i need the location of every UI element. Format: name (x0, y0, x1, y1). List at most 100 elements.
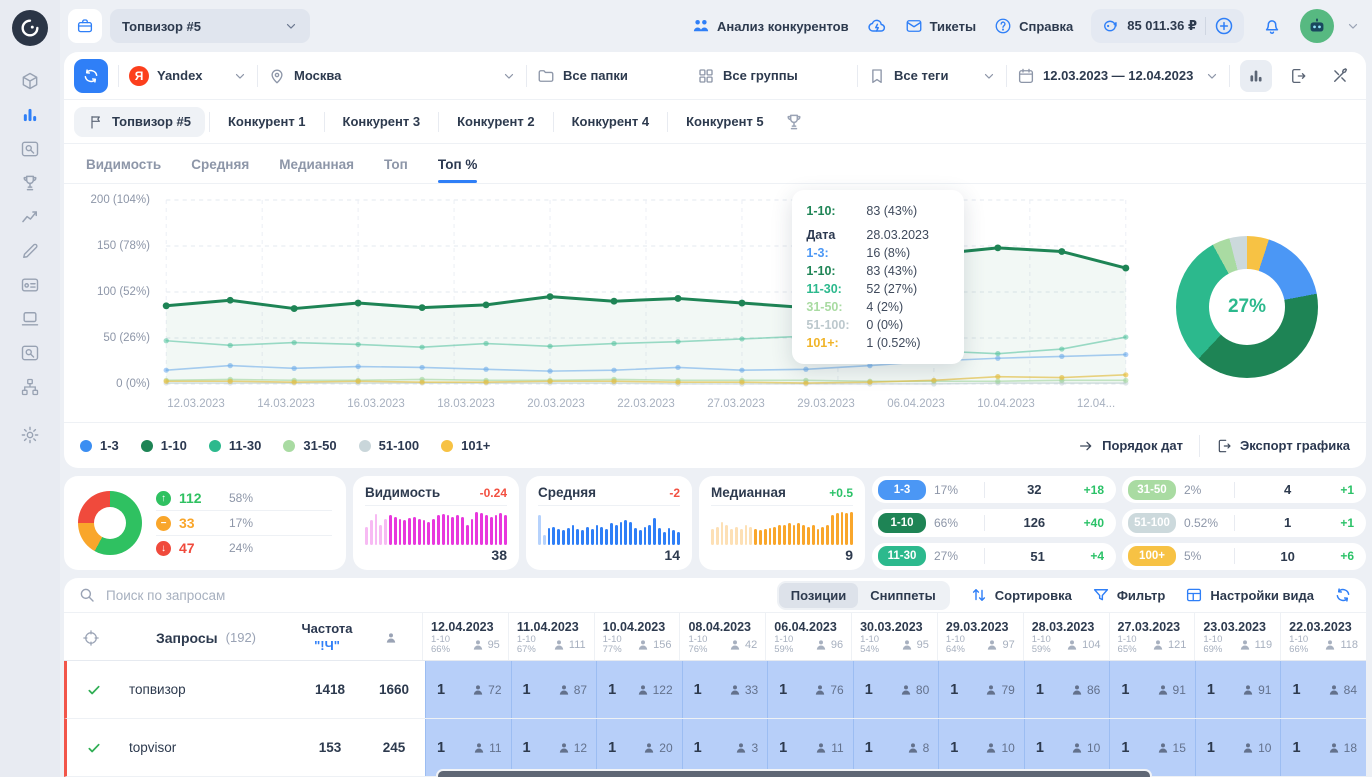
position-cell[interactable]: 118 (1280, 719, 1366, 776)
top-distribution-donut[interactable]: 27% (1176, 236, 1318, 378)
sidebar-item-positions[interactable] (12, 98, 48, 132)
horizontal-scrollbar[interactable] (436, 769, 1152, 777)
visitors-column-header[interactable] (360, 613, 422, 660)
project-tab[interactable]: Конкурент 3 (329, 107, 435, 136)
metric-tab[interactable]: Топ (384, 157, 408, 183)
position-pill[interactable]: 11-3027%51+4 (872, 543, 1116, 570)
date-column-header[interactable]: 30.03.20231-1054%95 (851, 613, 937, 660)
reload-table-button[interactable] (1334, 586, 1352, 604)
row-check[interactable] (67, 719, 121, 776)
export-button[interactable] (1282, 60, 1314, 92)
queries-column-header[interactable]: Запросы(192) (118, 613, 294, 660)
project-selector[interactable]: Топвизор #5 (110, 9, 310, 43)
date-column-header[interactable]: 22.03.20231-1066%118 (1280, 613, 1366, 660)
date-column-header[interactable]: 23.03.20231-1069%119 (1194, 613, 1280, 660)
legend-item[interactable]: 31-50 (283, 438, 336, 453)
position-cell[interactable]: 176 (767, 661, 853, 718)
project-briefcase-button[interactable] (68, 9, 102, 43)
view-settings-button[interactable]: Настройки вида (1185, 586, 1314, 604)
legend-item[interactable]: 1-3 (80, 438, 119, 453)
position-cell[interactable]: 120 (596, 719, 682, 776)
date-column-header[interactable]: 29.03.20231-1064%97 (937, 613, 1023, 660)
position-cell[interactable]: 186 (1024, 661, 1110, 718)
filter-button[interactable]: Фильтр (1092, 586, 1166, 604)
position-pill[interactable]: 100+5%10+6 (1122, 543, 1366, 570)
tools-button[interactable] (1324, 60, 1356, 92)
position-cell[interactable]: 111 (425, 719, 511, 776)
position-cell[interactable]: 180 (853, 661, 939, 718)
legend-item[interactable]: 101+ (441, 438, 490, 453)
position-cell[interactable]: 172 (425, 661, 511, 718)
balance-pill[interactable]: 85 011.36 ₽ (1091, 9, 1244, 43)
date-column-header[interactable]: 11.04.20231-1067%111 (508, 613, 594, 660)
legend-item[interactable]: 1-10 (141, 438, 187, 453)
refresh-button[interactable] (74, 59, 108, 93)
position-cell[interactable]: 110 (1195, 719, 1281, 776)
date-column-header[interactable]: 28.03.20231-1059%104 (1023, 613, 1109, 660)
query-cell[interactable]: топвизор (121, 661, 297, 718)
sidebar-item-projects[interactable] (12, 64, 48, 98)
avatar-chevron-icon[interactable] (1346, 19, 1360, 33)
metric-tab[interactable]: Медианная (279, 157, 354, 183)
sidebar-item-trends[interactable] (12, 200, 48, 234)
position-pill[interactable]: 31-502%4+1 (1122, 476, 1366, 503)
add-funds-icon[interactable] (1214, 16, 1234, 36)
position-cell[interactable]: 110 (1024, 719, 1110, 776)
topvisor-logo[interactable] (12, 10, 48, 46)
sidebar-item-pages[interactable] (12, 336, 48, 370)
sort-button[interactable]: Сортировка (970, 586, 1072, 604)
project-tab[interactable]: Конкурент 1 (214, 107, 320, 136)
toggle-chart-button[interactable] (1240, 60, 1272, 92)
date-column-header[interactable]: 12.04.20231-1066%95 (422, 613, 508, 660)
search-input[interactable] (106, 588, 767, 603)
competitors-analysis-link[interactable]: Анализ конкурентов (692, 17, 849, 35)
sidebar-item-editor[interactable] (12, 234, 48, 268)
winners-cup-button[interactable] (784, 112, 804, 132)
position-pill[interactable]: 1-317%32+18 (872, 476, 1116, 503)
import-cloud-button[interactable] (867, 16, 887, 36)
chart-plot-area[interactable]: 12.03.202314.03.202316.03.202318.03.2023… (158, 192, 1134, 422)
position-cell[interactable]: 133 (682, 661, 768, 718)
metric-tab[interactable]: Видимость (86, 157, 161, 183)
groups-selector[interactable]: Все группы (697, 67, 847, 85)
frequency-column-header[interactable]: Частота"!Ч" (294, 613, 360, 660)
user-avatar[interactable] (1300, 9, 1334, 43)
date-range-selector[interactable]: 12.03.2023 — 12.04.2023 (1017, 67, 1219, 85)
position-cell[interactable]: 111 (767, 719, 853, 776)
date-order-button[interactable]: Порядок дат (1078, 438, 1183, 454)
date-column-header[interactable]: 27.03.20231-1065%121 (1109, 613, 1195, 660)
metric-tab[interactable]: Топ % (438, 157, 478, 183)
date-column-header[interactable]: 06.04.20231-1059%96 (765, 613, 851, 660)
sidebar-item-settings[interactable] (12, 418, 48, 452)
tickets-link[interactable]: Тикеты (905, 17, 976, 35)
target-column-header[interactable] (64, 613, 118, 660)
position-cell[interactable]: 18 (853, 719, 939, 776)
position-cell[interactable]: 112 (511, 719, 597, 776)
metric-tab[interactable]: Средняя (191, 157, 249, 183)
sidebar-item-ads[interactable] (12, 268, 48, 302)
search-engine-selector[interactable]: Я Yandex (129, 66, 247, 86)
view-toggle-option[interactable]: Позиции (779, 583, 859, 608)
legend-item[interactable]: 51-100 (359, 438, 419, 453)
position-cell[interactable]: 1122 (596, 661, 682, 718)
project-tab[interactable]: Конкурент 4 (558, 107, 664, 136)
project-tab[interactable]: Конкурент 2 (443, 107, 549, 136)
position-cell[interactable]: 115 (1109, 719, 1195, 776)
region-selector[interactable]: Москва (268, 67, 516, 85)
position-pill[interactable]: 1-1066%126+40 (872, 509, 1116, 536)
project-tab[interactable]: Топвизор #5 (74, 107, 205, 137)
folders-selector[interactable]: Все папки (537, 67, 687, 85)
date-column-header[interactable]: 08.04.20231-1076%42 (679, 613, 765, 660)
legend-item[interactable]: 11-30 (209, 438, 262, 453)
project-tab[interactable]: Конкурент 5 (672, 107, 778, 136)
sidebar-item-snippets[interactable] (12, 132, 48, 166)
position-cell[interactable]: 13 (682, 719, 768, 776)
sidebar-item-competitors[interactable] (12, 166, 48, 200)
row-check[interactable] (67, 661, 121, 718)
tags-selector[interactable]: Все теги (868, 67, 996, 85)
date-column-header[interactable]: 10.04.20231-1077%156 (594, 613, 680, 660)
position-cell[interactable]: 179 (938, 661, 1024, 718)
position-cell[interactable]: 110 (938, 719, 1024, 776)
notifications-button[interactable] (1262, 16, 1282, 36)
sidebar-item-audit[interactable] (12, 302, 48, 336)
